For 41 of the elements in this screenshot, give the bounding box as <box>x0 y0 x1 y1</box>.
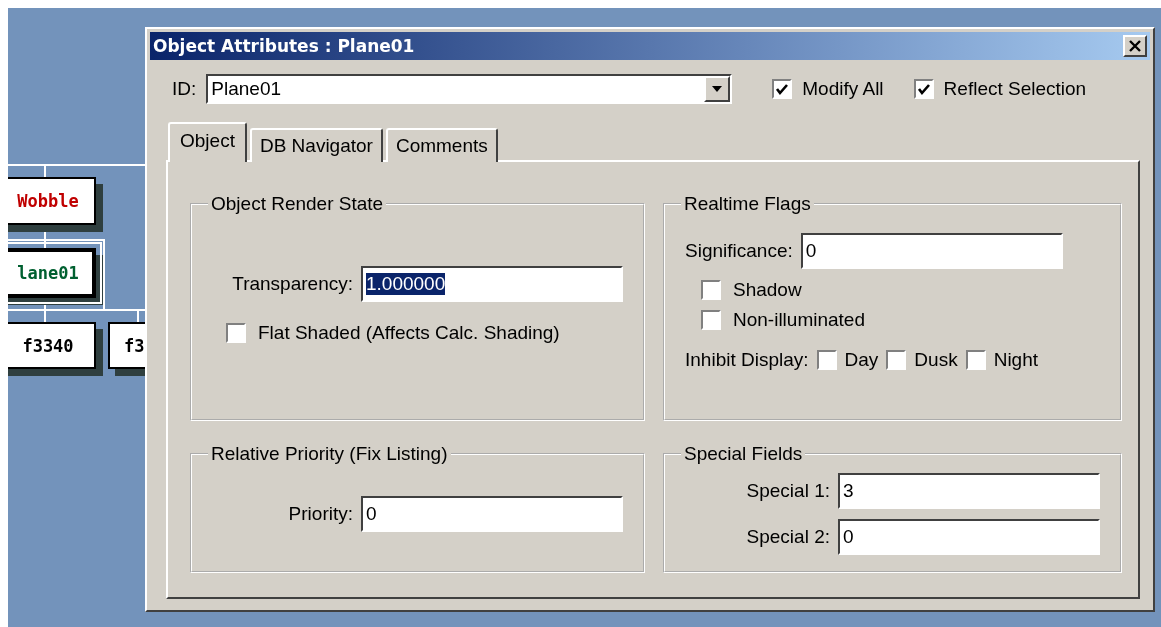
checkbox-label: Day <box>844 349 879 371</box>
window-title: Object Attributes : Plane01 <box>153 36 415 56</box>
checkbox-label: Shadow <box>733 279 802 301</box>
group-title: Special Fields <box>683 443 804 465</box>
field-label: Transparency: <box>232 273 353 295</box>
checkbox[interactable] <box>772 79 793 99</box>
close-button[interactable] <box>1123 35 1147 57</box>
checkbox-label: Reflect Selection <box>943 78 1087 100</box>
group-title: Object Render State <box>210 193 385 215</box>
checkbox[interactable] <box>701 310 721 330</box>
check-mark-icon <box>916 82 931 96</box>
checkbox-label: Flat Shaded (Affects Calc. Shading) <box>258 322 560 344</box>
check-mark-icon <box>775 82 790 96</box>
checkbox-label: Non-illuminated <box>733 309 865 331</box>
text-field[interactable]: 1.000000 <box>361 266 623 302</box>
close-icon <box>1129 40 1141 52</box>
field-label: Inhibit Display: <box>685 349 809 371</box>
field-label: Special 2: <box>746 526 830 548</box>
checkbox-label: Night <box>993 349 1038 371</box>
tab[interactable]: DB Navigator <box>249 128 383 162</box>
id-dropdown[interactable]: Plane01 <box>206 74 733 104</box>
text-field[interactable]: 0 <box>361 496 623 532</box>
checkbox[interactable] <box>701 280 721 300</box>
text-field[interactable]: 3 <box>838 473 1100 509</box>
checkbox-label: Dusk <box>914 349 958 371</box>
checkbox[interactable] <box>886 350 907 370</box>
field-label: Priority: <box>288 503 353 525</box>
checkbox-label: Modify All <box>802 78 884 100</box>
text-field[interactable]: 0 <box>838 519 1100 555</box>
tab[interactable]: Comments <box>385 128 498 162</box>
field-label: Significance: <box>685 240 793 262</box>
checkbox[interactable] <box>965 350 986 370</box>
checkbox[interactable] <box>913 79 934 99</box>
field-label: Special 1: <box>746 480 830 502</box>
group-title: Realtime Flags <box>683 193 812 215</box>
text-field[interactable]: 0 <box>800 233 1063 269</box>
checkbox[interactable] <box>226 323 246 343</box>
id-label: ID: <box>172 78 197 100</box>
checkbox[interactable] <box>816 350 837 370</box>
group-title: Relative Priority (Fix Listing) <box>210 443 449 465</box>
tab[interactable]: Object <box>168 122 247 162</box>
